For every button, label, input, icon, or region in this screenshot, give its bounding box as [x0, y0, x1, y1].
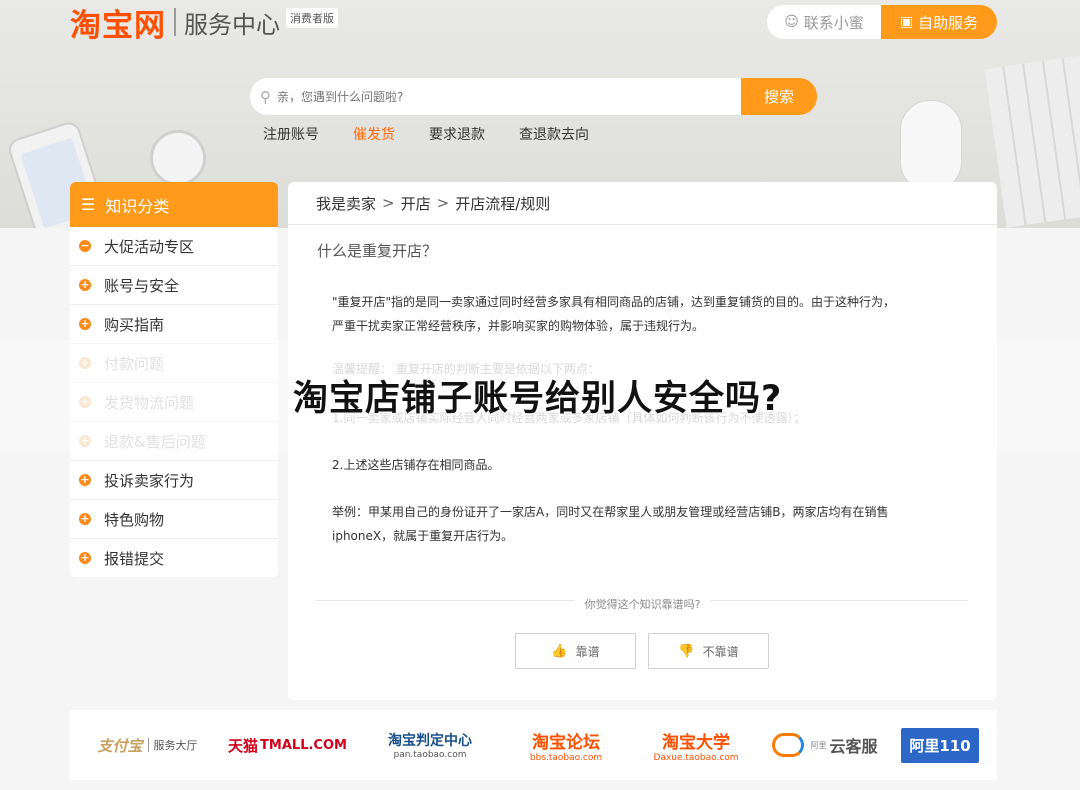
search-bar: ⚲ 搜索 — [250, 78, 817, 115]
site-logo[interactable]: 淘宝网 服务中心 消费者版 — [70, 4, 338, 44]
article-point-2: 2.上述这些店铺存在相同商品。 — [332, 458, 500, 472]
alipay-sub: 服务大厅 — [153, 739, 198, 752]
stopwatch-decoration — [150, 130, 206, 186]
sidebar-item-special-shopping[interactable]: + 特色购物 — [70, 500, 278, 539]
hotlink-register[interactable]: 注册账号 — [263, 124, 319, 144]
article-line: 严重干扰卖家正常经营秩序，并影响买家的购物体验，属于违规行为。 — [332, 319, 705, 333]
alipay-logo[interactable]: 支付宝 服务大厅 — [70, 710, 215, 780]
article-line: iphoneX，就属于重复开店行为。 — [332, 529, 514, 543]
sidebar-item-label: 投诉卖家行为 — [104, 471, 195, 490]
alipay-name: 支付宝 — [97, 736, 143, 755]
helpful-label: 靠谱 — [575, 644, 600, 659]
breadcrumb-open-store[interactable]: 开店 — [401, 193, 431, 214]
contact-assistant-label: 联系小蜜 — [803, 13, 864, 32]
hot-links: 注册账号 催发货 要求退款 查退款去向 — [263, 124, 623, 144]
expand-icon: + — [79, 551, 91, 564]
thumbs-up-icon: 👍 — [551, 643, 568, 659]
cloud-service-logo[interactable]: 阿里 云客服 — [760, 710, 890, 780]
taobao-university-logo[interactable]: 淘宝大学 Daxue.taobao.com — [632, 710, 760, 780]
breadcrumb: 我是卖家 > 开店 > 开店流程/规则 — [288, 182, 997, 225]
judgment-center-sub: pan.taobao.com — [393, 750, 467, 760]
brand-name: 淘宝网 — [70, 7, 166, 44]
sidebar-item-label: 购买指南 — [104, 315, 165, 334]
overlay-title: 淘宝店铺子账号给别人安全吗? — [293, 379, 783, 419]
sidebar-item-complaint[interactable]: + 投诉卖家行为 — [70, 461, 278, 500]
breadcrumb-current: 开店流程/规则 — [455, 194, 551, 213]
thumbs-down-icon: 👎 — [678, 643, 695, 659]
tmall-logo[interactable]: 天猫 TMALL.COM — [215, 710, 360, 780]
search-box: ⚲ — [250, 78, 741, 115]
partner-footer: 支付宝 服务大厅 天猫 TMALL.COM 淘宝判定中心 pan.taobao.… — [70, 710, 997, 780]
tmall-sub: TMALL.COM — [260, 737, 347, 753]
article-line: "重复开店"指的是同一卖家通过同时经营多家具有相同商品的店铺，达到重复铺货的目的… — [332, 295, 896, 309]
article-paragraph: "重复开店"指的是同一卖家通过同时经营多家具有相同商品的店铺，达到重复铺货的目的… — [332, 290, 962, 338]
not-helpful-button[interactable]: 👎 不靠谱 — [648, 633, 769, 669]
sidebar-item-report-error[interactable]: + 报错提交 — [70, 539, 278, 577]
sidebar-header: ☰ 知识分类 — [70, 182, 278, 227]
hotlink-urge-shipping[interactable]: 催发货 — [353, 124, 395, 144]
taobao-university-sub: Daxue.taobao.com — [653, 752, 739, 763]
cloud-service-name: 云客服 — [829, 737, 878, 756]
layers-icon: ☰ — [81, 195, 96, 214]
taobao-forum-sub: bbs.taobao.com — [529, 752, 603, 763]
expand-icon: + — [79, 317, 91, 330]
edition-badge: 消费者版 — [286, 8, 338, 28]
breadcrumb-separator: > — [436, 194, 450, 212]
sidebar-item-label: 报错提交 — [104, 549, 165, 568]
sidebar-item-promotion[interactable]: − 大促活动专区 — [70, 227, 278, 266]
monitor-icon: ▣ — [899, 14, 914, 30]
expand-icon: + — [79, 512, 91, 525]
robot-icon: ☺ — [784, 14, 799, 30]
breadcrumb-separator: > — [382, 194, 395, 212]
sidebar-item-label: 特色购物 — [104, 510, 165, 529]
self-service-button[interactable]: ▣ 自助服务 — [881, 5, 997, 39]
breadcrumb-seller[interactable]: 我是卖家 — [316, 193, 376, 214]
ali110-name: 阿里110 — [901, 727, 979, 763]
judgment-center-name: 淘宝判定中心 — [388, 733, 472, 749]
judgment-center-logo[interactable]: 淘宝判定中心 pan.taobao.com — [360, 710, 500, 780]
taobao-forum-logo[interactable]: 淘宝论坛 bbs.taobao.com — [500, 710, 632, 780]
taobao-forum-name: 淘宝论坛 — [532, 732, 600, 753]
feedback-question-text: 你觉得这个知识靠谱吗? — [574, 598, 711, 611]
article-question: 什么是重复开店？ — [317, 242, 438, 260]
self-service-label: 自助服务 — [918, 13, 979, 32]
logo-divider — [147, 738, 149, 752]
top-actions: ☺ 联系小蜜 ▣ 自助服务 — [767, 5, 997, 39]
collapse-icon: − — [79, 239, 91, 252]
tmall-name: 天猫 — [228, 736, 259, 755]
sidebar-item-label: 账号与安全 — [104, 276, 180, 295]
sidebar-item-purchase-guide[interactable]: + 购买指南 — [70, 305, 278, 344]
taobao-university-name: 淘宝大学 — [662, 732, 730, 753]
helpful-button[interactable]: 👍 靠谱 — [515, 633, 636, 669]
feedback-question: 你觉得这个知识靠谱吗? — [288, 593, 997, 612]
mouse-decoration — [900, 100, 962, 192]
article-line: 举例：甲某用自己的身份证开了一家店A，同时又在帮家里人或朋友管理或经营店铺B，两… — [332, 505, 889, 519]
logo-divider — [174, 8, 176, 36]
keyboard-decoration — [984, 52, 1080, 228]
ali110-logo[interactable]: 阿里110 — [890, 710, 990, 780]
hotlink-refund-status[interactable]: 查退款去向 — [519, 124, 589, 144]
sidebar-title: 知识分类 — [105, 196, 170, 216]
article-example: 举例：甲某用自己的身份证开了一家店A，同时又在帮家里人或朋友管理或经营店铺B，两… — [332, 500, 962, 548]
not-helpful-label: 不靠谱 — [702, 644, 739, 659]
expand-icon: + — [79, 473, 91, 486]
search-input[interactable] — [275, 88, 719, 105]
sidebar-item-label: 大促活动专区 — [104, 237, 195, 256]
hotlink-request-refund[interactable]: 要求退款 — [429, 124, 485, 144]
search-icon: ⚲ — [260, 87, 271, 106]
search-button[interactable]: 搜索 — [741, 78, 817, 115]
sidebar-item-account-security[interactable]: + 账号与安全 — [70, 266, 278, 305]
contact-assistant-button[interactable]: ☺ 联系小蜜 — [767, 5, 881, 39]
cloud-icon — [772, 733, 805, 757]
service-center-title: 服务中心 — [184, 10, 280, 39]
cloud-service-sub: 阿里 — [810, 740, 827, 750]
expand-icon: + — [79, 278, 91, 291]
